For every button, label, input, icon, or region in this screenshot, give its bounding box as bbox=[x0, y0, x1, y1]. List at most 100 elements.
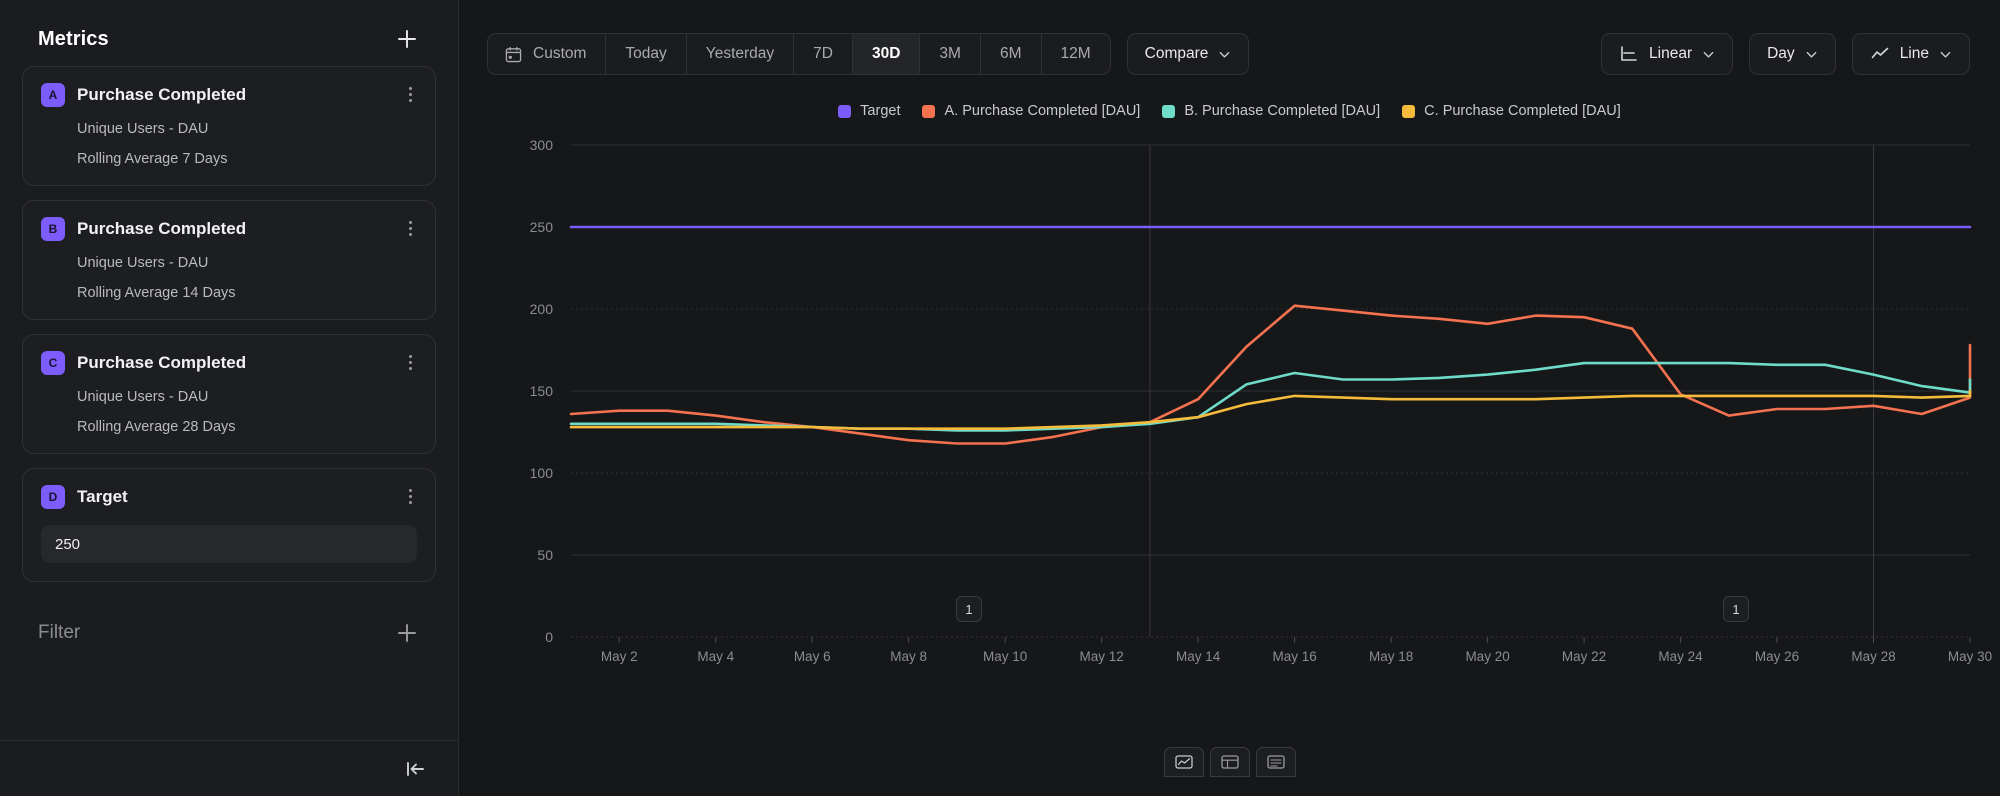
panel-chart-icon bbox=[1175, 755, 1193, 769]
chevron-down-icon bbox=[1702, 48, 1715, 61]
app-root: Metrics A Purchase Completed Unique User… bbox=[0, 0, 2000, 796]
chevron-down-icon bbox=[1939, 48, 1952, 61]
x-axis-tick-label: May 22 bbox=[1562, 649, 1606, 664]
metric-badge: C bbox=[41, 351, 65, 375]
target-options-button[interactable] bbox=[401, 487, 419, 505]
range-6m[interactable]: 6M bbox=[981, 34, 1042, 74]
page-chip-right[interactable]: 1 bbox=[1723, 596, 1749, 622]
chart-toolbar: Custom Today Yesterday 7D 30D 3M 6M 12M … bbox=[459, 0, 2000, 75]
metric-card-header: B Purchase Completed bbox=[41, 217, 417, 241]
date-range-segmented-control: Custom Today Yesterday 7D 30D 3M 6M 12M bbox=[487, 33, 1111, 75]
y-axis-tick-label: 100 bbox=[530, 465, 554, 481]
compare-label: Compare bbox=[1145, 45, 1209, 63]
granularity-label: Day bbox=[1767, 45, 1795, 63]
target-value-input[interactable]: 250 bbox=[41, 525, 417, 563]
target-card-header: D Target bbox=[41, 485, 417, 509]
y-axis-tick-label: 0 bbox=[545, 629, 553, 645]
x-axis-tick-label: May 18 bbox=[1369, 649, 1413, 664]
chart-panel: Custom Today Yesterday 7D 30D 3M 6M 12M … bbox=[459, 0, 2000, 796]
y-axis-tick-label: 300 bbox=[530, 137, 554, 153]
metric-transform: Rolling Average 14 Days bbox=[77, 285, 417, 301]
legend-swatch bbox=[922, 105, 935, 118]
metric-options-button[interactable] bbox=[401, 219, 419, 237]
legend-item-target[interactable]: Target bbox=[838, 103, 900, 119]
legend-label: Target bbox=[860, 103, 900, 119]
target-card[interactable]: D Target 250 bbox=[22, 468, 436, 582]
collapse-sidebar-button[interactable] bbox=[404, 758, 426, 780]
page-chip-left[interactable]: 1 bbox=[956, 596, 982, 622]
line-chart-svg[interactable]: 050100150200250300May 2May 4May 6May 8Ma… bbox=[459, 129, 2000, 689]
metric-badge: B bbox=[41, 217, 65, 241]
legend-item-series-b[interactable]: B. Purchase Completed [DAU] bbox=[1162, 103, 1380, 119]
metric-options-button[interactable] bbox=[401, 353, 419, 371]
chart-area[interactable]: 050100150200250300May 2May 4May 6May 8Ma… bbox=[459, 129, 2000, 729]
metric-measure: Unique Users - DAU bbox=[77, 389, 417, 405]
compare-button[interactable]: Compare bbox=[1127, 33, 1250, 75]
add-filter-button[interactable] bbox=[394, 620, 420, 646]
chart-option-group: Linear Day Line bbox=[1601, 33, 1972, 75]
range-yesterday[interactable]: Yesterday bbox=[687, 34, 794, 74]
chevron-down-icon bbox=[1805, 48, 1818, 61]
metric-transform: Rolling Average 28 Days bbox=[77, 419, 417, 435]
metric-card[interactable]: A Purchase Completed Unique Users - DAU … bbox=[22, 66, 436, 186]
chart-legend: Target A. Purchase Completed [DAU] B. Pu… bbox=[459, 103, 2000, 119]
range-today[interactable]: Today bbox=[606, 34, 686, 74]
chart-type-dropdown[interactable]: Line bbox=[1852, 33, 1970, 75]
metric-measure: Unique Users - DAU bbox=[77, 255, 417, 271]
x-axis-tick-label: May 4 bbox=[697, 649, 734, 664]
x-axis-tick-label: May 14 bbox=[1176, 649, 1221, 664]
target-badge: D bbox=[41, 485, 65, 509]
range-custom-label: Custom bbox=[533, 45, 586, 63]
y-axis-tick-label: 50 bbox=[537, 547, 553, 563]
x-axis-tick-label: May 6 bbox=[794, 649, 831, 664]
range-3m[interactable]: 3M bbox=[920, 34, 981, 74]
metric-card[interactable]: C Purchase Completed Unique Users - DAU … bbox=[22, 334, 436, 454]
panel-chart-tab[interactable] bbox=[1164, 747, 1204, 777]
metric-card[interactable]: B Purchase Completed Unique Users - DAU … bbox=[22, 200, 436, 320]
y-axis-tick-label: 250 bbox=[530, 219, 554, 235]
metric-measure: Unique Users - DAU bbox=[77, 121, 417, 137]
legend-item-series-c[interactable]: C. Purchase Completed [DAU] bbox=[1402, 103, 1621, 119]
target-name: Target bbox=[77, 487, 128, 507]
metric-card-list: A Purchase Completed Unique Users - DAU … bbox=[0, 66, 458, 582]
range-12m[interactable]: 12M bbox=[1042, 34, 1110, 74]
x-axis-tick-label: May 28 bbox=[1851, 649, 1895, 664]
plus-icon bbox=[396, 622, 418, 644]
series-line[interactable] bbox=[571, 306, 1970, 444]
panel-list-icon bbox=[1267, 755, 1285, 769]
x-axis-tick-label: May 20 bbox=[1465, 649, 1509, 664]
page-title: Metrics bbox=[38, 28, 109, 51]
chart-type-label: Line bbox=[1900, 45, 1929, 63]
range-7d[interactable]: 7D bbox=[794, 34, 853, 74]
legend-label: C. Purchase Completed [DAU] bbox=[1424, 103, 1621, 119]
filter-section: Filter bbox=[0, 620, 458, 646]
collapse-sidebar-icon bbox=[404, 758, 426, 780]
legend-swatch bbox=[1402, 105, 1415, 118]
scale-type-label: Linear bbox=[1649, 45, 1692, 63]
chevron-down-icon bbox=[1218, 48, 1231, 61]
sidebar-header: Metrics bbox=[0, 0, 458, 66]
legend-swatch bbox=[1162, 105, 1175, 118]
calendar-icon bbox=[505, 46, 522, 63]
scale-type-dropdown[interactable]: Linear bbox=[1601, 33, 1733, 75]
range-30d[interactable]: 30D bbox=[853, 34, 920, 74]
panel-tab-bar bbox=[459, 747, 2000, 777]
panel-table-tab[interactable] bbox=[1210, 747, 1250, 777]
legend-swatch bbox=[838, 105, 851, 118]
metric-options-button[interactable] bbox=[401, 85, 419, 103]
granularity-dropdown[interactable]: Day bbox=[1749, 33, 1836, 75]
axis-icon bbox=[1619, 45, 1639, 63]
line-chart-icon bbox=[1870, 45, 1890, 63]
metric-badge: A bbox=[41, 83, 65, 107]
plus-icon bbox=[396, 28, 418, 50]
x-axis-tick-label: May 2 bbox=[601, 649, 638, 664]
metric-card-header: A Purchase Completed bbox=[41, 83, 417, 107]
x-axis-tick-label: May 16 bbox=[1272, 649, 1316, 664]
metric-transform: Rolling Average 7 Days bbox=[77, 151, 417, 167]
legend-item-series-a[interactable]: A. Purchase Completed [DAU] bbox=[922, 103, 1140, 119]
panel-list-tab[interactable] bbox=[1256, 747, 1296, 777]
range-custom[interactable]: Custom bbox=[488, 34, 606, 74]
panel-table-icon bbox=[1221, 755, 1239, 769]
add-metric-button[interactable] bbox=[394, 26, 420, 52]
metric-card-header: C Purchase Completed bbox=[41, 351, 417, 375]
